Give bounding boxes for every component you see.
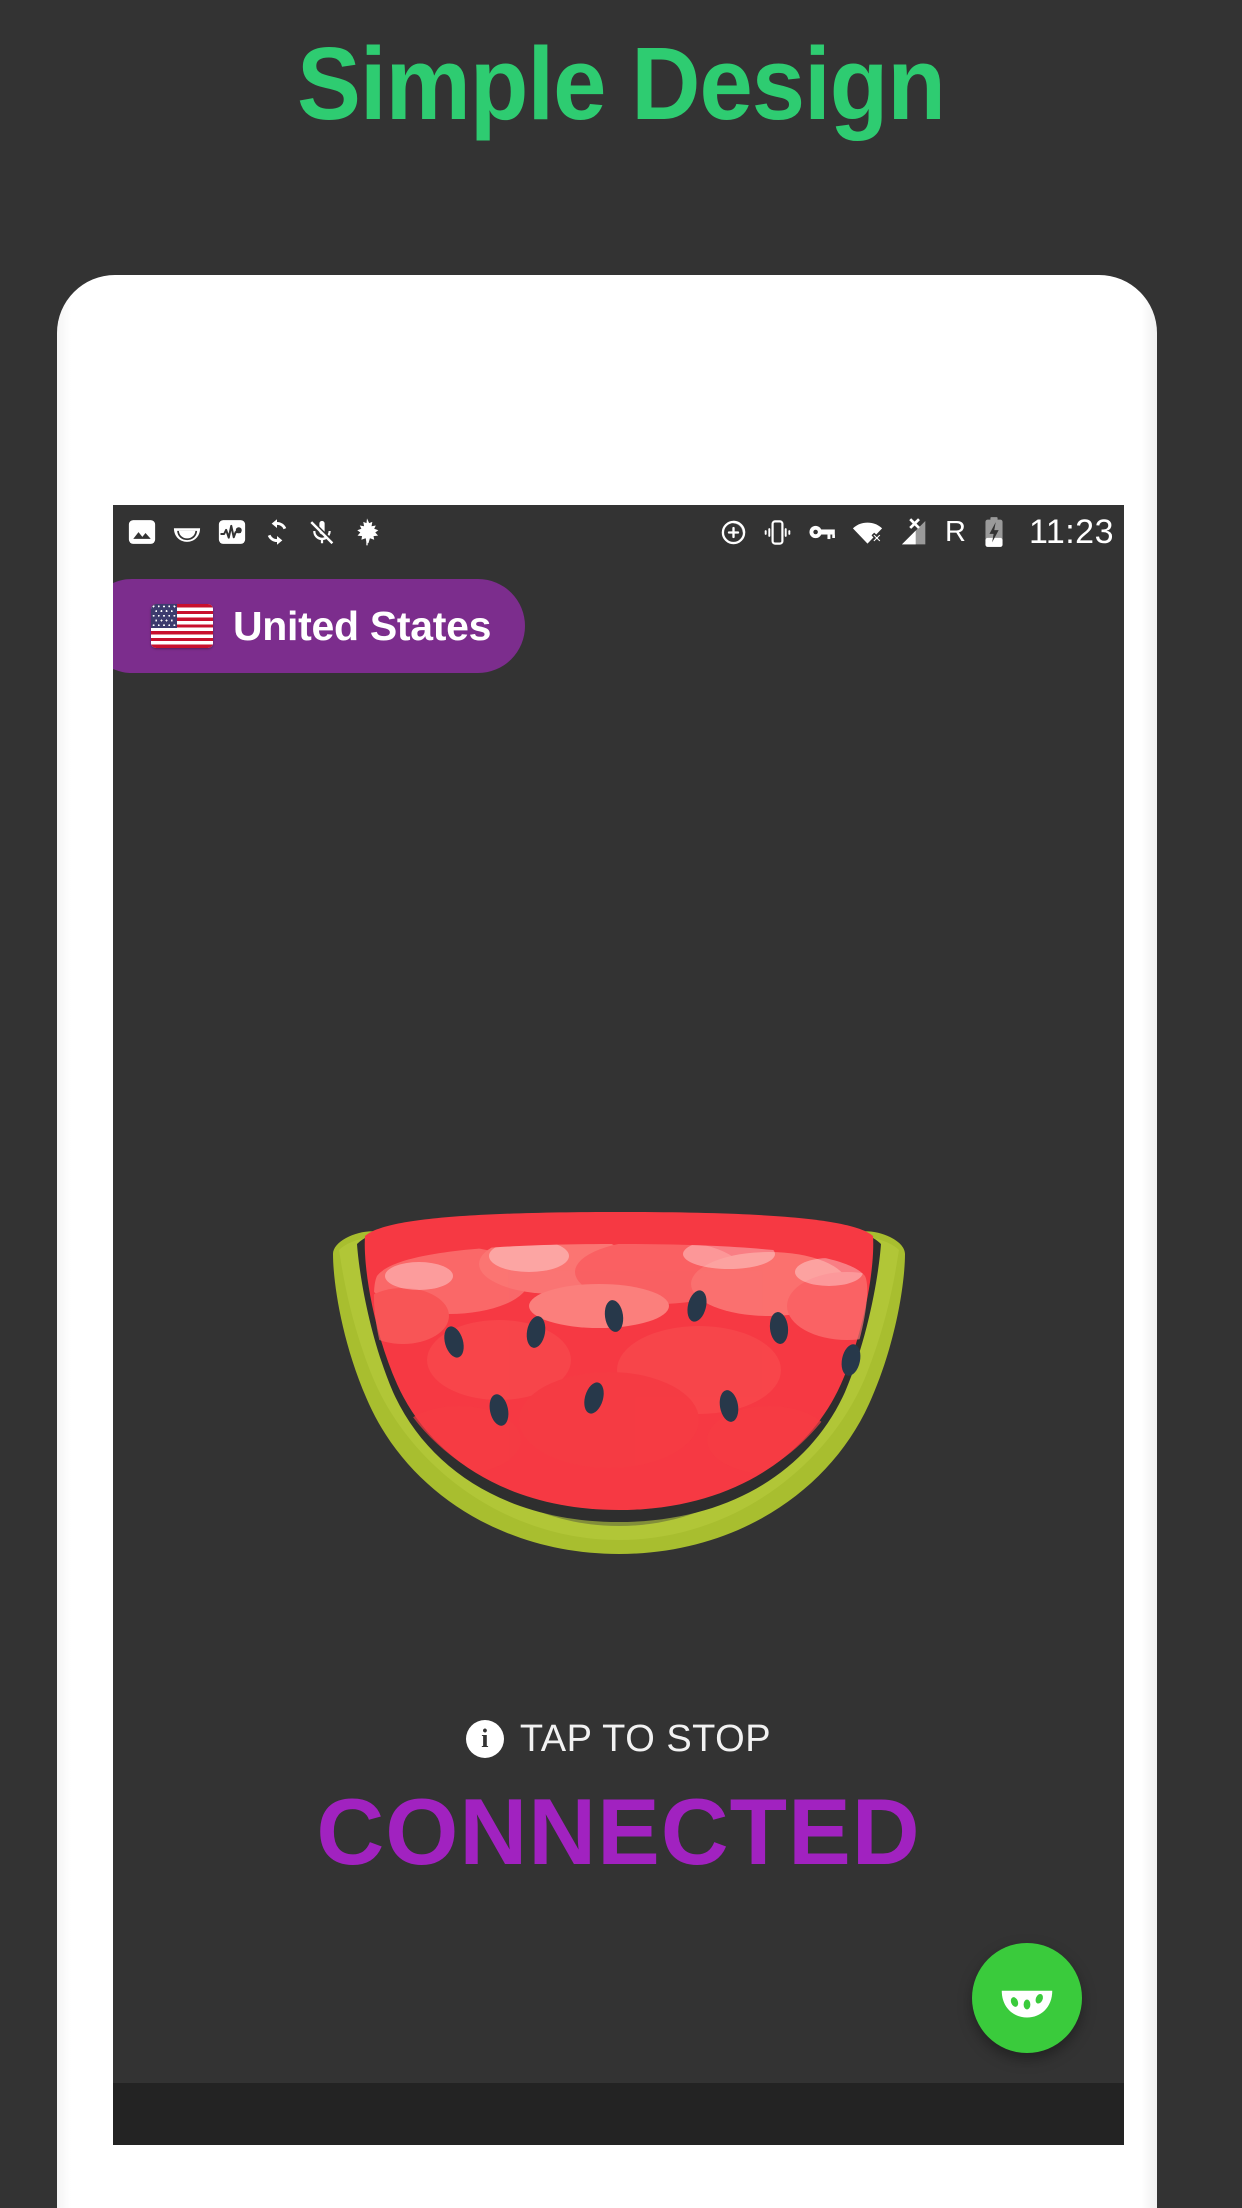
wifi-off-icon bbox=[851, 516, 884, 549]
pulse-activity-icon bbox=[217, 517, 247, 547]
phone-screen: R 11:23 United States i TAP TO STOP CONN… bbox=[113, 505, 1124, 2145]
status-bar-left-icons bbox=[127, 516, 383, 548]
country-selector-button[interactable]: United States bbox=[113, 579, 526, 673]
screen-bottom-chin bbox=[113, 2083, 1124, 2145]
page-title: Simple Design bbox=[297, 26, 946, 141]
image-icon bbox=[127, 517, 157, 547]
watermelon-hero-illustration bbox=[299, 1210, 939, 1560]
maple-leaf-icon bbox=[351, 516, 383, 548]
microphone-muted-icon bbox=[307, 517, 337, 547]
tap-to-stop-label: TAP TO STOP bbox=[519, 1718, 772, 1760]
status-bar: R 11:23 bbox=[113, 505, 1124, 559]
signal-off-icon bbox=[897, 516, 930, 549]
us-flag-icon bbox=[151, 604, 213, 648]
roaming-icon: R bbox=[944, 515, 966, 548]
vibrate-icon bbox=[762, 517, 793, 548]
country-selector-label: United States bbox=[233, 602, 492, 649]
connection-status-label: CONNECTED bbox=[316, 1779, 921, 1884]
status-bar-right-icons: R 11:23 bbox=[718, 515, 1114, 549]
do-not-disturb-icon bbox=[718, 517, 749, 548]
vpn-key-icon bbox=[806, 516, 838, 548]
battery-charging-icon bbox=[981, 516, 1007, 548]
info-icon: i bbox=[465, 1720, 504, 1758]
tap-to-stop-button[interactable]: i TAP TO STOP bbox=[113, 1720, 1124, 1758]
watermelon-slice-icon bbox=[997, 1968, 1057, 2028]
app-store-screenshot: Simple Design R 11:23 United States i TA… bbox=[0, 0, 1242, 2208]
status-bar-clock: 11:23 bbox=[1028, 513, 1114, 551]
sync-icon bbox=[261, 516, 293, 548]
watermelon-fab-button[interactable] bbox=[972, 1943, 1082, 2053]
watermelon-slice-icon bbox=[171, 516, 203, 548]
